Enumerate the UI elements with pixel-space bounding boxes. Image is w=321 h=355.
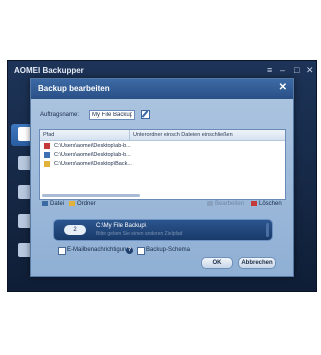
add-file-icon [42, 201, 48, 206]
ok-button[interactable]: OK [201, 257, 233, 269]
destination-selector[interactable]: 2 C:\My File Backup\ Bitte geben Sie ein… [53, 219, 273, 241]
file-icon [44, 143, 50, 149]
options-row: E-Mailbenachrichtigung ? Backup-Schema [58, 246, 218, 256]
add-folder-button[interactable]: Ordner [69, 201, 96, 207]
destination-path: C:\My File Backup\ [96, 223, 147, 229]
add-file-button[interactable]: Datei [42, 201, 64, 207]
help-icon[interactable]: ? [126, 247, 133, 254]
source-file-list: Pfad Unterordner einsch Dateien einschli… [39, 129, 286, 200]
destination-scrollbar[interactable] [266, 223, 269, 237]
add-folder-label: Ordner [77, 201, 96, 207]
cancel-button[interactable]: Abbrechen [238, 257, 276, 269]
maximize-icon[interactable]: □ [294, 65, 299, 75]
task-name-label: Auftragsname: [40, 112, 80, 118]
email-notification-label: E-Mailbenachrichtigung [67, 247, 130, 253]
minimize-icon[interactable]: – [280, 65, 285, 75]
list-item[interactable]: C:\Users\aomei\Desktop\ab-b... [40, 151, 285, 160]
edit-label: Bearbeiten [215, 201, 245, 207]
edit-item-icon [207, 201, 213, 206]
delete-icon [251, 201, 257, 206]
dialog-body: Auftragsname: Pfad Unterordner einsch Da… [31, 99, 293, 276]
list-item-path: C:\Users\aomei\Desktop\ab-b... [54, 143, 131, 149]
backup-scheme-label: Backup-Schema [146, 247, 191, 253]
email-notification-checkbox[interactable] [58, 247, 66, 255]
menu-icon[interactable]: ≡ [267, 65, 272, 75]
destination-hint: Bitte geben Sie einen anderen Zielpfad [96, 231, 183, 237]
list-toolbar: Datei Ordner Bearbeiten Löschen [39, 200, 284, 210]
list-item[interactable]: C:\Users\aomei\Desktop\Back... [40, 160, 285, 169]
list-item-path: C:\Users\aomei\Desktop\ab-b... [54, 152, 131, 158]
folder-icon [44, 161, 50, 167]
add-folder-icon [69, 201, 75, 206]
column-divider [129, 130, 130, 140]
delete-button[interactable]: Löschen [251, 201, 282, 207]
column-header-path[interactable]: Pfad [43, 132, 54, 138]
list-item-path: C:\Users\aomei\Desktop\Back... [54, 161, 132, 167]
dialog-title: Backup bearbeiten [38, 84, 110, 93]
destination-number-badge: 2 [64, 225, 86, 235]
delete-label: Löschen [259, 201, 282, 207]
backup-scheme-checkbox[interactable] [137, 247, 145, 255]
app-title: AOMEI Backupper [14, 66, 84, 75]
edit-icon[interactable] [141, 110, 150, 119]
dialog-titlebar: Backup bearbeiten ✕ [31, 79, 293, 99]
list-item[interactable]: C:\Users\aomei\Desktop\ab-b... [40, 142, 285, 151]
horizontal-scrollbar[interactable] [42, 194, 140, 197]
task-name-input[interactable] [89, 110, 135, 120]
dialog-close-icon[interactable]: ✕ [279, 83, 287, 93]
edit-backup-dialog: Backup bearbeiten ✕ Auftragsname: Pfad U… [30, 78, 294, 277]
list-header: Pfad Unterordner einsch Dateien einschli… [40, 130, 285, 141]
file-icon [44, 152, 50, 158]
add-file-label: Datei [50, 201, 65, 207]
edit-button[interactable]: Bearbeiten [207, 201, 244, 207]
close-icon[interactable]: ✕ [306, 65, 314, 75]
column-header-subfolder[interactable]: Unterordner einsch Dateien einschließen [133, 132, 233, 138]
